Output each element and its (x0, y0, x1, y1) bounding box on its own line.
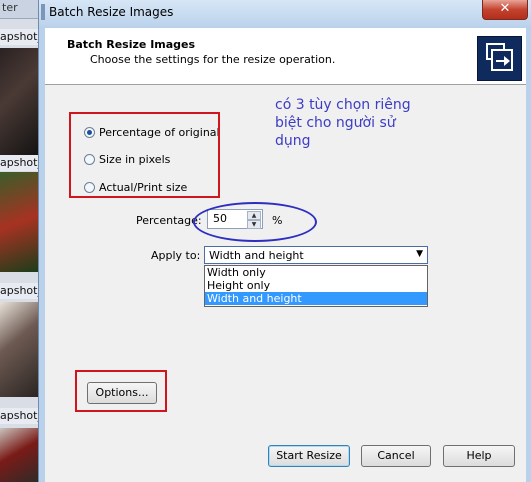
annotation-red-box-options-button (75, 370, 167, 412)
resize-images-icon (477, 36, 522, 81)
annotation-blue-ellipse (193, 202, 317, 242)
background-thumbnail[interactable] (0, 172, 40, 272)
dropdown-option-height-only[interactable]: Height only (205, 279, 427, 292)
cancel-button[interactable]: Cancel (361, 445, 431, 467)
help-button[interactable]: Help (443, 445, 515, 467)
chevron-down-icon[interactable]: ▼ (416, 249, 423, 259)
window-icon (41, 4, 45, 20)
batch-resize-dialog: Batch Resize Images ✕ Batch Resize Image… (38, 0, 531, 482)
background-file-label[interactable]: apshot_ (0, 408, 40, 424)
start-resize-button[interactable]: Start Resize (268, 445, 350, 467)
background-file-label[interactable]: apshot_ (0, 283, 40, 299)
percentage-label: Percentage: (136, 214, 202, 227)
header-subtitle: Choose the settings for the resize opera… (90, 53, 336, 66)
header-title: Batch Resize Images (67, 38, 196, 51)
background-thumbnail[interactable] (0, 48, 40, 158)
title-bar[interactable]: Batch Resize Images ✕ (39, 0, 531, 26)
apply-to-select[interactable]: Width and height ▼ (204, 246, 428, 264)
apply-to-selected-value: Width and height (209, 249, 304, 262)
background-file-label[interactable]: apshot_ (0, 155, 40, 171)
apply-to-label: Apply to: (151, 249, 201, 262)
annotation-text: có 3 tùy chọn riêng biệt cho người sử dụ… (275, 97, 411, 149)
background-thumbnail[interactable] (0, 428, 40, 482)
dialog-body: Batch Resize Images Choose the settings … (45, 28, 526, 482)
background-app-strip: ter apshot_ apshot_ apshot_ apshot_ (0, 0, 40, 482)
annotation-red-box-options (69, 112, 220, 198)
dialog-header: Batch Resize Images Choose the settings … (45, 28, 526, 85)
apply-to-dropdown-list: Width only Height only Width and height (204, 265, 428, 307)
background-menu-bar: ter (0, 0, 40, 19)
dropdown-option-width-only[interactable]: Width only (205, 266, 427, 279)
dropdown-option-width-and-height[interactable]: Width and height (205, 292, 427, 305)
window-title: Batch Resize Images (49, 5, 174, 19)
close-icon: ✕ (499, 1, 511, 16)
close-button[interactable]: ✕ (482, 0, 528, 20)
background-menu-label: ter (2, 1, 18, 14)
background-file-label[interactable]: apshot_ (0, 29, 40, 45)
background-thumbnail[interactable] (0, 302, 40, 397)
